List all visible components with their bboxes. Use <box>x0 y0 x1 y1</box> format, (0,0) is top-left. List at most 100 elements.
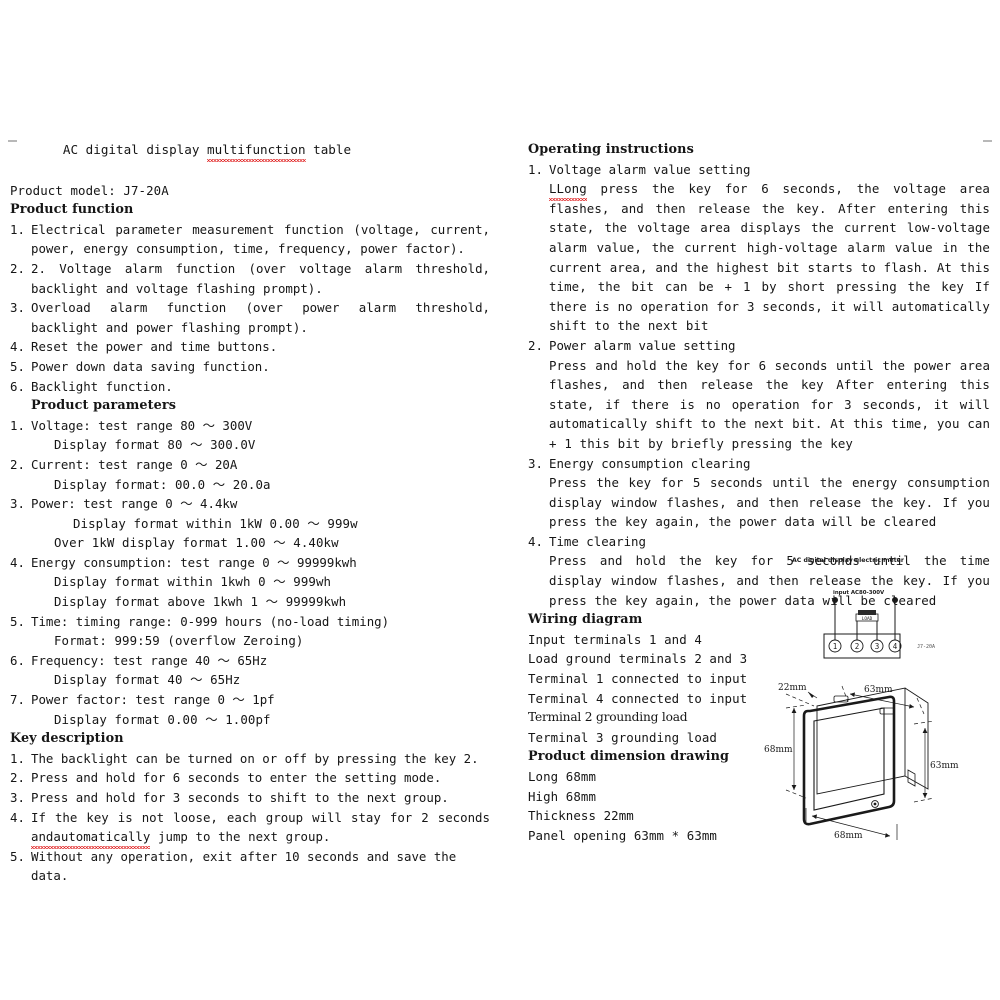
document-page: AC digital display multifunction table P… <box>0 0 1000 1000</box>
item-text: Press and hold for 6 seconds to enter th… <box>31 770 442 786</box>
item-misspelled-word: andautomatically <box>31 827 151 849</box>
item-number: 2. <box>10 260 25 276</box>
parameter-detail: Display format 40 ～ 65Hz <box>54 672 241 688</box>
product-function-item: 6. Backlight function. <box>10 377 490 397</box>
parameter-detail: Display format 80 ～ 300.0V <box>54 437 256 453</box>
item-text: Power down data saving function. <box>31 358 270 374</box>
product-function-item: 5. Power down data saving function. <box>10 357 490 377</box>
dimension-drawing-figure: 22mm 63mm 68mm 63mm 68mm <box>764 683 959 841</box>
item-text: Backlight function. <box>31 378 173 394</box>
item-text: 2. Voltage alarm function (over voltage … <box>31 260 498 296</box>
parameter-detail: Display format above 1kwh 1 ～ 99999kwh <box>54 594 347 610</box>
item-number: 6. <box>10 652 25 668</box>
item-title: Power alarm value setting <box>549 337 736 353</box>
item-number: 4. <box>10 809 25 825</box>
dimension-label-left-height: 68mm <box>764 745 793 755</box>
parameter-detail: Over 1kW display format 1.00 ～ 4.40kw <box>54 535 339 551</box>
item-number: 5. <box>10 848 25 864</box>
item-title: Energy consumption clearing <box>549 455 751 471</box>
product-parameter-item: 4. Energy consumption: test range 0 ～ 99… <box>10 553 490 573</box>
item-text: Voltage: test range 80 ～ 300V <box>31 417 253 433</box>
product-parameter-item: 1. Voltage: test range 80 ～ 300V <box>10 416 490 436</box>
product-function-heading: Product function <box>10 202 134 218</box>
dimension-label-depth: 22mm <box>778 683 807 693</box>
item-text: If the key is not loose, each group will… <box>31 808 490 849</box>
item-text: Reset the power and time buttons. <box>31 339 278 355</box>
wiring-input-label: input AC80-300V <box>833 590 885 596</box>
operating-instruction-item: 4. Time clearing <box>528 532 990 552</box>
item-number: 5. <box>10 358 25 374</box>
wiring-diagram-figure: AC digital display electric meter input … <box>792 557 935 659</box>
key-description-item: 2. Press and hold for 6 seconds to enter… <box>10 768 490 788</box>
item-number: 7. <box>10 692 25 708</box>
left-column: AC digital display multifunction table P… <box>10 140 490 886</box>
product-function-item: 2. 2. Voltage alarm function (over volta… <box>10 259 490 298</box>
item-text: Power: test range 0 ～ 4.4kw <box>31 496 238 512</box>
item-text: Current: test range 0 ～ 20A <box>31 456 238 472</box>
item-number: 4. <box>528 533 543 549</box>
product-parameter-item: 6. Frequency: test range 40 ～ 65Hz <box>10 651 490 671</box>
input-terminal-dot-right <box>892 597 898 603</box>
product-model: Product model: J7-20A <box>10 182 169 198</box>
item-number: 5. <box>10 613 25 629</box>
item-text-after: jump to the next group. <box>150 829 331 845</box>
instruction-misspelled-word: LLong <box>549 179 587 201</box>
instruction-body: LLong press the key for 6 seconds, the v… <box>528 179 990 336</box>
key-description-item: 1. The backlight can be turned on or off… <box>10 749 490 769</box>
product-parameter-item: 3. Power: test range 0 ～ 4.4kw <box>10 494 490 514</box>
item-title: Time clearing <box>549 533 646 549</box>
item-text: Energy consumption: test range 0 ～ 99999… <box>31 554 357 570</box>
operating-instruction-item: 1. Voltage alarm value setting <box>528 160 990 180</box>
item-text: Overload alarm function (over power alar… <box>31 300 498 335</box>
item-number: 1. <box>528 161 543 177</box>
item-number: 3. <box>10 790 25 805</box>
item-number: 3. <box>528 455 543 471</box>
key-description-item: 4. If the key is not loose, each group w… <box>10 808 490 849</box>
item-text: Power factor: test range 0 ～ 1pf <box>31 692 275 708</box>
dimension-label-bottom-width: 68mm <box>834 831 863 841</box>
key-description-item: 3. Press and hold for 3 seconds to shift… <box>10 788 490 808</box>
item-text: Time: timing range: 0-999 hours (no-load… <box>31 613 390 629</box>
item-title: Voltage alarm value setting <box>549 161 751 177</box>
product-parameters-heading: Product parameters <box>31 398 177 414</box>
parameter-detail: Display format within 1kwh 0 ～ 999wh <box>54 574 332 590</box>
operating-instruction-item: 2. Power alarm value setting <box>528 336 990 356</box>
instruction-body: Press and hold the key for 6 seconds unt… <box>549 357 990 451</box>
wiring-model-label: J7-20A <box>917 644 935 650</box>
operating-instructions-heading: Operating instructions <box>528 142 694 157</box>
product-function-item: 4. Reset the power and time buttons. <box>10 337 490 357</box>
item-number: 4. <box>10 554 25 570</box>
load-label: LOAD <box>862 616 873 622</box>
terminal-number-2: 2 <box>855 642 860 651</box>
item-number: 2. <box>528 337 543 353</box>
item-number: 2. <box>10 770 25 786</box>
terminal-number-1: 1 <box>833 642 838 651</box>
instruction-body-text: press the key for 6 seconds, the voltage… <box>549 181 990 334</box>
title-misspelled-word: multifunction <box>206 140 306 162</box>
product-parameter-item: 7. Power factor: test range 0 ～ 1pf <box>10 690 490 710</box>
instruction-body: Press the key for 5 seconds until the en… <box>549 475 990 530</box>
product-parameter-item: 5. Time: timing range: 0-999 hours (no-l… <box>10 612 490 632</box>
item-text: Frequency: test range 40 ～ 65Hz <box>31 652 268 668</box>
input-terminal-dot-left <box>832 597 838 603</box>
key-description-item: 5. Without any operation, exit after 10 … <box>10 847 490 886</box>
item-number: 2. <box>10 456 25 472</box>
wiring-diagram-caption: AC digital display electric meter <box>792 557 905 564</box>
document-title: AC digital display multifunction table <box>10 140 490 162</box>
parameter-detail: Display format: 00.0 ～ 20.0a <box>54 476 271 492</box>
product-function-item: 1. Electrical parameter measurement func… <box>10 220 490 259</box>
parameter-detail: Display format within 1kW 0.00 ～ 999w <box>73 515 358 531</box>
item-number: 4. <box>10 339 25 355</box>
item-number: 3. <box>10 300 25 316</box>
terminal-number-3: 3 <box>875 642 880 651</box>
item-number: 1. <box>10 417 25 433</box>
item-text: Press and hold for 3 seconds to shift to… <box>31 790 449 805</box>
item-text: Without any operation, exit after 10 sec… <box>31 848 464 884</box>
key-description-heading: Key description <box>10 731 124 747</box>
parameter-detail: Display format 0.00 ～ 1.00pf <box>54 711 271 727</box>
item-number: 6. <box>10 378 25 394</box>
product-function-item: 3. Overload alarm function (over power a… <box>10 298 490 337</box>
terminal-number-4: 4 <box>893 642 898 651</box>
item-number: 1. <box>10 750 25 766</box>
item-number: 3. <box>10 496 25 512</box>
